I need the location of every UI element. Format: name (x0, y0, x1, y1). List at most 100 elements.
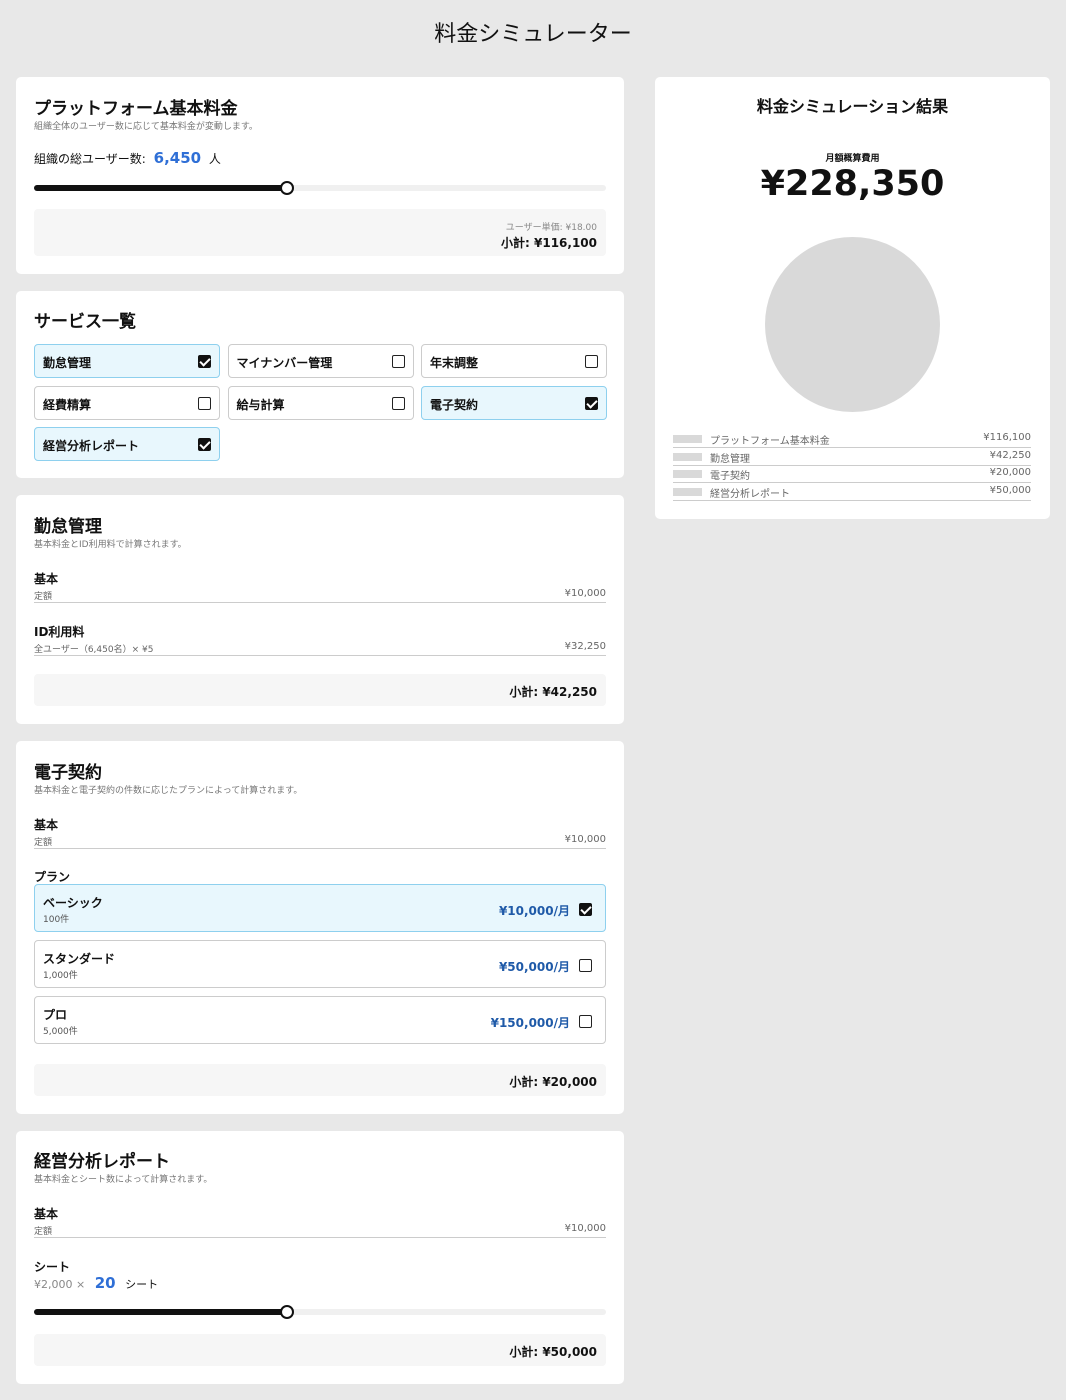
id-fee-title: ID利用料 (34, 625, 85, 639)
breakdown-name: 電子契約 (710, 471, 750, 483)
service-checkbox[interactable] (198, 438, 211, 451)
plan-checkbox[interactable] (579, 1015, 592, 1028)
breakdown-value: ¥20,000 (989, 467, 1031, 479)
sheet-unit: シート (125, 1278, 159, 1291)
sheet-prefix: ¥2,000 × (34, 1278, 86, 1291)
service-label: 電子契約 (430, 397, 479, 412)
report-card: 経営分析レポート 基本料金とシート数によって計算されます。 基本 定額 ¥10,… (16, 1131, 624, 1384)
sheet-value: 20 (94, 1274, 116, 1292)
attendance-title: 勤怠管理 (34, 517, 102, 537)
users-unit: 人 (208, 152, 221, 166)
service-option[interactable]: 年末調整 (421, 344, 607, 378)
id-fee-sub: 全ユーザー（6,450名）× ¥5 (34, 645, 154, 655)
result-card: 料金シミュレーション結果 月額概算費用 ¥228,350 プラットフォーム基本料… (655, 77, 1050, 519)
service-option[interactable]: 給与計算 (227, 385, 414, 420)
breakdown-value: ¥50,000 (989, 485, 1031, 497)
breakdown-row: 電子契約 ¥20,000 (673, 465, 1031, 484)
sheet-slider-thumb[interactable] (279, 1305, 294, 1319)
legend-swatch (673, 488, 702, 497)
sheet-slider[interactable] (34, 1305, 606, 1319)
service-checkbox[interactable] (198, 355, 211, 368)
legend-swatch (673, 435, 702, 443)
platform-subtotal-box: ユーザー単価: ¥18.00 小計: ¥116,100 (34, 209, 606, 256)
esign-subtotal: 小計: ¥20,000 (509, 1075, 597, 1089)
breakdown-row: 経営分析レポート ¥50,000 (673, 483, 1031, 502)
esign-base-title: 基本 (34, 818, 59, 832)
platform-description: 組織全体のユーザー数に応じて基本料金が変動します。 (34, 122, 258, 132)
attendance-base-title: 基本 (34, 572, 59, 586)
monthly-label: 月額概算費用 (825, 154, 880, 164)
service-option[interactable]: マイナンバー管理 (227, 344, 414, 378)
breakdown-row: プラットフォーム基本料金 ¥116,100 (673, 430, 1031, 448)
divider (34, 602, 606, 603)
divider (34, 1237, 606, 1238)
plan-count: 100件 (43, 915, 70, 925)
service-checkbox[interactable] (585, 355, 598, 368)
plan-name: ベーシック (43, 896, 103, 910)
plan-checkbox[interactable] (579, 959, 592, 972)
legend-swatch (673, 452, 702, 461)
divider (34, 655, 606, 656)
plan-count: 5,000件 (43, 1027, 78, 1037)
service-option[interactable]: 電子契約 (421, 385, 607, 420)
pie-chart (765, 237, 940, 412)
monthly-total: ¥228,350 (760, 164, 945, 204)
service-label: 給与計算 (236, 397, 285, 412)
breakdown-value: ¥42,250 (989, 449, 1031, 461)
service-checkbox[interactable] (198, 396, 211, 410)
services-card: サービス一覧 勤怠管理 マイナンバー管理 年末調整 経費精算 給与計算 電子契約 経営分析レ… (16, 291, 624, 478)
service-label: マイナンバー管理 (236, 356, 333, 370)
service-option[interactable]: 勤怠管理 (34, 344, 220, 378)
report-subtotal: 小計: ¥50,000 (509, 1345, 597, 1359)
legend-swatch (673, 470, 702, 479)
report-base-title: 基本 (34, 1207, 59, 1221)
users-slider-thumb[interactable] (279, 181, 294, 195)
platform-subtotal: 小計: ¥116,100 (501, 236, 597, 250)
result-title: 料金シミュレーション結果 (756, 97, 949, 116)
service-checkbox[interactable] (391, 396, 405, 410)
breakdown-value: ¥116,100 (983, 432, 1031, 443)
report-base-value: ¥10,000 (564, 1223, 606, 1234)
plan-name: プロ (43, 1008, 68, 1022)
plan-checkbox[interactable] (579, 903, 592, 916)
breakdown-name: 経営分析レポート (710, 489, 790, 501)
esign-title: 電子契約 (34, 763, 102, 783)
esign-base-value: ¥10,000 (564, 834, 606, 845)
platform-card: プラットフォーム基本料金 組織全体のユーザー数に応じて基本料金が変動します。 組… (16, 77, 624, 274)
service-label: 年末調整 (430, 356, 479, 370)
breakdown-name: 勤怠管理 (710, 453, 750, 465)
service-checkbox[interactable] (585, 396, 598, 410)
sheet-title: シート (34, 1260, 71, 1274)
id-fee-value: ¥32,250 (564, 641, 606, 652)
service-label: 勤怠管理 (43, 356, 92, 370)
service-option[interactable]: 経営分析レポート (34, 427, 220, 461)
users-value: 6,450 (153, 149, 202, 167)
plan-price: ¥10,000/月 (498, 904, 570, 918)
sheet-slider-fill (34, 1309, 287, 1315)
attendance-description: 基本料金とID利用料で計算されます。 (34, 540, 187, 550)
users-row: 組織の総ユーザー数: 6,450 人 (34, 149, 221, 167)
esign-base-sub: 定額 (34, 838, 53, 848)
users-slider[interactable] (34, 181, 606, 195)
plan-option[interactable]: ベーシック 100件 ¥10,000/月 (34, 884, 606, 932)
sheet-row: ¥2,000 × 20 シート (34, 1274, 158, 1292)
report-description: 基本料金とシート数によって計算されます。 (34, 1175, 213, 1185)
plan-count: 1,000件 (43, 971, 78, 981)
service-label: 経営分析レポート (43, 439, 140, 453)
attendance-base-value: ¥10,000 (564, 588, 606, 599)
plan-option[interactable]: プロ 5,000件 ¥150,000/月 (34, 996, 606, 1044)
esign-card: 電子契約 基本料金と電子契約の件数に応じたプランによって計算されます。 基本 定… (16, 741, 624, 1114)
plan-price: ¥50,000/月 (498, 960, 570, 974)
attendance-subtotal-box: 小計: ¥42,250 (34, 674, 606, 706)
plan-option[interactable]: スタンダード 1,000件 ¥50,000/月 (34, 940, 606, 988)
esign-description: 基本料金と電子契約の件数に応じたプランによって計算されます。 (34, 786, 303, 796)
report-title: 経営分析レポート (34, 1152, 170, 1172)
plan-price: ¥150,000/月 (490, 1016, 570, 1030)
users-label: 組織の総ユーザー数: (34, 152, 146, 166)
service-option[interactable]: 経費精算 (34, 385, 220, 420)
plan-label: プラン (34, 870, 71, 884)
divider (34, 848, 606, 849)
page-title: 料金シミュレーター (434, 22, 632, 47)
plan-name: スタンダード (43, 952, 116, 966)
service-checkbox[interactable] (391, 355, 405, 368)
